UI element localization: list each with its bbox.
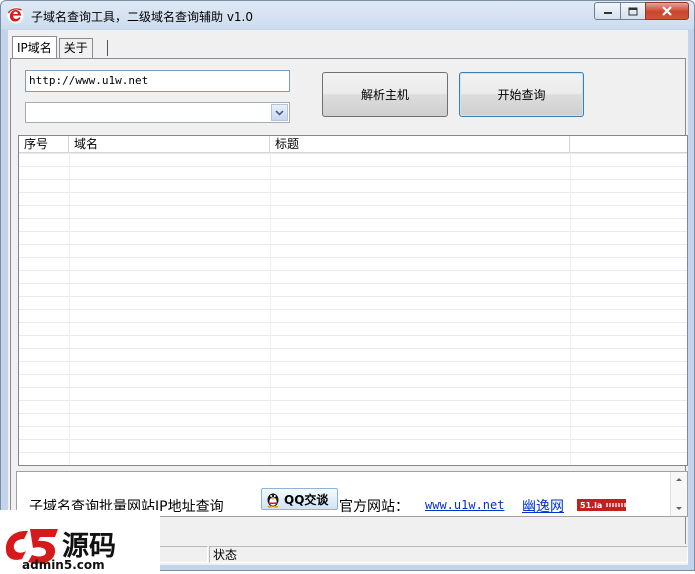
listview-rows [19,153,687,465]
column-header-domain[interactable]: 域名 [69,136,270,152]
title-bar[interactable]: 子域名查询工具，二级域名查询辅助 v1.0 [1,1,694,29]
tab-ip-domain[interactable]: IP域名 [12,36,57,58]
app-window: 子域名查询工具，二级域名查询辅助 v1.0 IP域名 关于 http://www… [0,0,695,571]
host-combobox[interactable] [25,102,290,123]
maximize-button[interactable] [620,2,646,20]
window-title: 子域名查询工具，二级域名查询辅助 v1.0 [31,10,254,24]
qq-button-label: QQ交谈 [284,492,329,507]
chevron-down-icon [275,109,284,116]
column-divider [570,153,571,465]
url-input[interactable]: http://www.u1w.net [25,70,290,92]
watermark-site: admin5.com [22,558,105,571]
column-divider [270,153,271,465]
close-button[interactable] [645,2,689,20]
column-header-extra[interactable] [570,136,687,152]
watermark-logo: 源码 admin5.com [0,510,160,572]
stats-badge-text: 51.la [580,500,603,510]
results-listview[interactable]: 序号 域名 标题 [18,135,688,466]
stats-badge[interactable]: 51.la [577,499,626,511]
official-site-link[interactable]: www.u1w.net [425,498,504,512]
app-e-icon [7,7,24,24]
badge-bars [606,503,626,507]
tab-about[interactable]: 关于 [58,38,93,58]
column-divider [69,153,70,465]
qq-chat-button[interactable]: QQ交谈 [261,488,338,510]
resolve-host-button[interactable]: 解析主机 [322,72,448,117]
combobox-dropdown-button[interactable] [271,104,288,121]
minimize-icon [603,12,612,14]
column-header-title[interactable]: 标题 [270,136,570,152]
maximize-icon [628,7,638,15]
status-pane-state: 状态 [209,546,688,563]
tab-strip: IP域名 关于 [12,36,108,58]
listview-header: 序号 域名 标题 [19,136,687,153]
window-controls [594,2,689,21]
scroll-down-arrow-icon [676,507,682,510]
close-icon [662,6,672,16]
scroll-up-arrow-icon [676,478,682,481]
tab-separator [106,40,108,56]
a5-logo-icon: 源码 admin5.com [5,529,116,572]
official-site-label: 官方网站： [339,499,409,515]
info-panel-scrollbar[interactable] [670,472,687,516]
minimize-button[interactable] [594,2,621,20]
client-area: IP域名 关于 http://www.u1w.net 解析主机 开始查询 序号 … [8,30,688,565]
brand-link[interactable]: 幽逸网 [522,496,564,516]
start-query-button[interactable]: 开始查询 [459,72,584,117]
column-header-index[interactable]: 序号 [19,136,69,152]
qq-penguin-icon [267,493,279,508]
